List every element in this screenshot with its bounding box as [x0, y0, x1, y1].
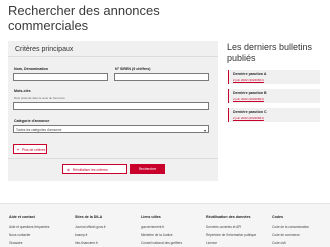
footer-link[interactable]: Glossaire [9, 239, 49, 247]
footer-column: Réutilisation des données Données ouvert… [206, 215, 256, 247]
footer-link[interactable]: Aide et questions fréquentes [9, 223, 49, 231]
bulletin-card: Dernière parution B 2 juin 2022 (2022060… [228, 89, 320, 103]
keywords-hint: Mots présents dans le texte de l'annonce [14, 96, 65, 100]
bulletin-link[interactable]: 2 juin 2022 (20220601) [233, 97, 264, 101]
siren-input[interactable] [114, 73, 209, 81]
footer-link[interactable]: Nous contacter [9, 231, 49, 239]
latest-bulletins-title: Les derniers bulletins publiés [227, 42, 313, 63]
page-title: Rechercher des annonces commerciales [8, 3, 160, 33]
footer-link[interactable]: Ministère de la Justice [141, 231, 182, 239]
category-select-value: Toutes les catégories d'annonce [16, 127, 62, 132]
footer-column: Codes Code de la consommation Code de co… [272, 215, 309, 247]
bulletin-title: Dernière parution B [233, 91, 267, 95]
bulletin-title: Dernière parution C [233, 110, 267, 114]
footer-heading: Aide et contact [9, 215, 35, 219]
footer-link[interactable]: gouvernement.fr [141, 223, 182, 231]
footer-column: Aide et contact Aide et questions fréque… [9, 215, 49, 247]
criteria-title: Critères principaux [15, 46, 74, 53]
footer-link[interactable]: Journal officiel.gouv.fr [75, 223, 106, 231]
name-input[interactable] [13, 73, 108, 81]
criteria-panel: Critères principaux [8, 41, 218, 181]
footer-column: Liens utiles gouvernement.fr Ministère d… [141, 215, 182, 247]
actions-divider [8, 158, 218, 159]
close-icon: ⊗ [67, 167, 70, 172]
reset-button[interactable]: ⊗ Réinitialiser les critères [62, 164, 127, 174]
footer-heading: Réutilisation des données [206, 215, 251, 219]
footer-link[interactable]: Répertoire de l'information publique [206, 231, 256, 239]
bulletin-title: Dernière parution A [233, 72, 267, 76]
keywords-input[interactable] [13, 102, 209, 110]
bulletin-link[interactable]: 2 juin 2022 (20220601) [233, 116, 264, 120]
footer-column: Sites de la DILA Journal officiel.gouv.f… [75, 215, 106, 247]
footer-link[interactable]: Code de la consommation [272, 223, 309, 231]
chevron-down-icon: ▾ [203, 127, 206, 133]
name-label: Nom, Dénomination [14, 67, 48, 71]
footer: Aide et contact Aide et questions fréque… [0, 203, 330, 247]
reset-label: Réinitialiser les critères [72, 167, 108, 172]
footer-link[interactable]: Licence [206, 239, 256, 247]
footer-link[interactable]: Code civil [272, 239, 309, 247]
plus-icon: + [17, 147, 19, 152]
footer-link[interactable]: Code de commerce [272, 231, 309, 239]
bulletin-link[interactable]: 2 juin 2022 (20220601) [233, 78, 264, 82]
footer-link[interactable]: info-financiere.fr [75, 239, 106, 247]
more-criteria-button[interactable]: + Plus de critères [13, 144, 47, 154]
bulletin-card: Dernière parution C 2 juin 2022 (2022060… [228, 108, 320, 122]
search-button[interactable]: Rechercher [130, 164, 165, 174]
category-select[interactable]: Toutes les catégories d'annonce ▾ [13, 125, 209, 133]
category-label: Catégorie d'annonce [14, 119, 50, 123]
footer-link[interactable]: Conseil national des greffiers [141, 239, 182, 247]
footer-link[interactable]: Données ouvertes et API [206, 223, 256, 231]
criteria-divider [8, 56, 218, 57]
more-criteria-label: Plus de critères [21, 147, 46, 152]
footer-heading: Codes [272, 215, 283, 219]
footer-heading: Liens utiles [141, 215, 161, 219]
footer-heading: Sites de la DILA [75, 215, 103, 219]
bulletin-card: Dernière parution A 2 juin 2022 (2022060… [228, 70, 320, 84]
keywords-label: Mots-clés [14, 89, 31, 93]
siren-label: N° SIREN (9 chiffres) [115, 67, 151, 71]
footer-link[interactable]: boamp.fr [75, 231, 106, 239]
